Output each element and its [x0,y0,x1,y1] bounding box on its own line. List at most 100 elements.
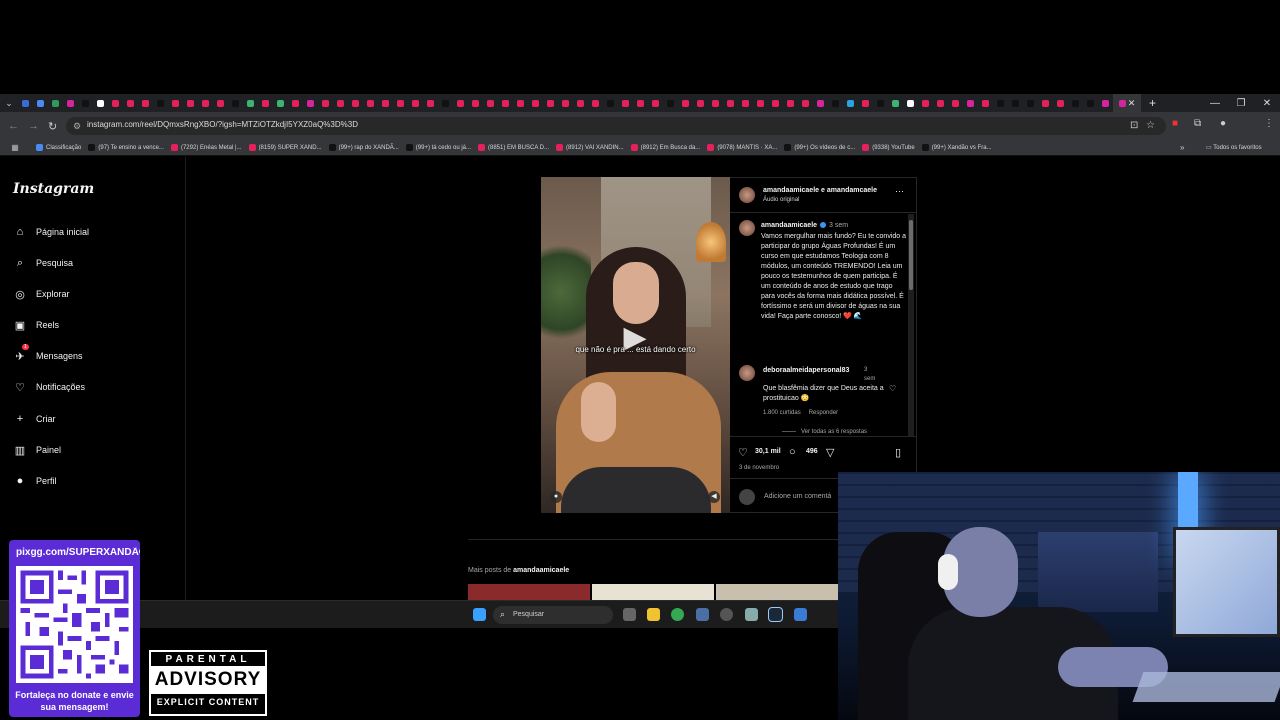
bookmark-item[interactable]: (99+) Os vídeos de c... [784,144,855,151]
post-thumbnail[interactable] [468,584,590,600]
steam-icon[interactable] [768,607,783,622]
app-icon[interactable] [720,608,733,621]
nav-item-explore[interactable]: ◎ Explorar [13,287,69,301]
nav-item-create[interactable]: + Criar [13,412,56,426]
browser-tab[interactable] [978,94,993,112]
url-text[interactable]: instagram.com/reel/DQmxsRngXBO/?igsh=MTZ… [87,120,358,129]
browser-tab[interactable] [423,94,438,112]
app-icon[interactable] [794,608,807,621]
browser-tab[interactable] [558,94,573,112]
browser-tab[interactable] [348,94,363,112]
author-names[interactable]: amandaamicaele e amandamcaele [763,187,877,194]
bookmark-item[interactable]: (99+) tá cedo ou já... [405,144,471,151]
commenter-avatar[interactable] [739,365,755,381]
browser-tab[interactable] [828,94,843,112]
bookmark-item[interactable]: (8159) SUPER XAND... [248,144,322,151]
author-avatar[interactable] [739,187,755,203]
nav-item-reels[interactable]: ▣ Reels [13,318,59,332]
browser-tab[interactable] [648,94,663,112]
nav-item-profile[interactable]: ● Perfil [13,474,57,488]
browser-tab[interactable] [813,94,828,112]
reply-button[interactable]: Responder [809,410,838,416]
browser-tab[interactable] [723,94,738,112]
bookmark-item[interactable]: (8912) Em Busca da... [630,144,700,151]
browser-tab[interactable] [588,94,603,112]
more-posts-user[interactable]: amandaamicaele [513,567,569,574]
apps-grid-icon[interactable]: ▦ [6,143,24,152]
like-icon[interactable]: ♡ [738,446,748,459]
browser-tab[interactable] [633,94,648,112]
browser-tab[interactable] [63,94,78,112]
bookmark-item[interactable]: Classificação [36,144,81,151]
browser-tab[interactable] [933,94,948,112]
bookmark-star-icon[interactable]: ☆ [1146,120,1155,131]
bookmark-item[interactable]: (7292) Enéas Metal |... [170,144,242,151]
browser-tab[interactable] [768,94,783,112]
browser-tab[interactable] [333,94,348,112]
browser-tab[interactable] [243,94,258,112]
browser-tab[interactable] [138,94,153,112]
reload-icon[interactable]: ↻ [48,120,57,133]
add-comment-input[interactable]: Adicione um comentá [764,493,831,500]
more-bookmarks-icon[interactable]: » [1180,143,1184,152]
reel-video[interactable]: ▶ que não é pra ... está dando certo ● ◀ [541,177,730,513]
close-window-icon[interactable]: ✕ [1254,94,1280,112]
browser-tab[interactable] [1083,94,1098,112]
minimize-icon[interactable]: — [1202,94,1228,112]
browser-tab[interactable] [753,94,768,112]
extensions-icon[interactable]: ⧉ [1194,118,1201,129]
tagged-user-icon[interactable]: ● [550,491,562,503]
tab-search-dropdown-icon[interactable]: ⌄ [0,94,18,112]
bookmark-item[interactable]: (8912) VAI XANDIN... [556,144,624,151]
browser-tab[interactable] [1068,94,1083,112]
browser-tab[interactable] [198,94,213,112]
browser-tab[interactable] [168,94,183,112]
site-info-icon[interactable]: ⚙ [73,121,81,132]
omnibox[interactable]: ⚙ instagram.com/reel/DQmxsRngXBO/?igsh=M… [66,117,1166,135]
save-icon[interactable]: ▯ [895,446,901,459]
browser-tab[interactable] [873,94,888,112]
browser-tab[interactable] [258,94,273,112]
browser-tab[interactable] [228,94,243,112]
active-tab[interactable]: ✕ [1113,94,1141,112]
browser-tab[interactable] [108,94,123,112]
browser-tab[interactable] [1053,94,1068,112]
chrome-icon[interactable] [671,608,684,621]
browser-tab[interactable] [393,94,408,112]
mute-icon[interactable]: ◀ [708,491,720,503]
browser-tab[interactable] [498,94,513,112]
nav-item-home[interactable]: ⌂ Página inicial [13,225,89,239]
browser-tab[interactable] [363,94,378,112]
browser-tab[interactable] [483,94,498,112]
nav-item-search[interactable]: ⌕ Pesquisa [13,256,73,270]
browser-tab[interactable] [18,94,33,112]
taskbar-search[interactable]: ⌕ Pesquisar [493,606,613,624]
audio-label[interactable]: Áudio original [763,197,799,203]
task-view-icon[interactable] [623,608,636,621]
browser-tab[interactable] [438,94,453,112]
settings-icon[interactable] [745,608,758,621]
browser-tab[interactable] [468,94,483,112]
browser-tab[interactable] [858,94,873,112]
scrollbar-thumb[interactable] [909,220,913,290]
browser-tab[interactable] [993,94,1008,112]
menu-icon[interactable]: ⋮ [1264,118,1274,129]
browser-tab[interactable] [543,94,558,112]
commenter-username[interactable]: deboraalmeidapersonal83 [763,366,863,375]
browser-tab[interactable] [513,94,528,112]
caption-username[interactable]: amandaamicaele [761,222,817,229]
browser-tab[interactable] [1008,94,1023,112]
bookmark-item[interactable]: (97) Te ensino a vence... [88,144,164,151]
post-thumbnail[interactable] [592,584,714,600]
browser-tab[interactable] [963,94,978,112]
post-thumbnail[interactable] [716,584,838,600]
browser-tab[interactable] [843,94,858,112]
browser-tab[interactable] [573,94,588,112]
browser-tab[interactable] [1038,94,1053,112]
browser-tab[interactable] [378,94,393,112]
all-bookmarks[interactable]: ▭ Todos os favoritos [1206,144,1262,151]
browser-tab[interactable] [453,94,468,112]
browser-tab[interactable] [918,94,933,112]
browser-tab[interactable] [213,94,228,112]
browser-tab[interactable] [693,94,708,112]
